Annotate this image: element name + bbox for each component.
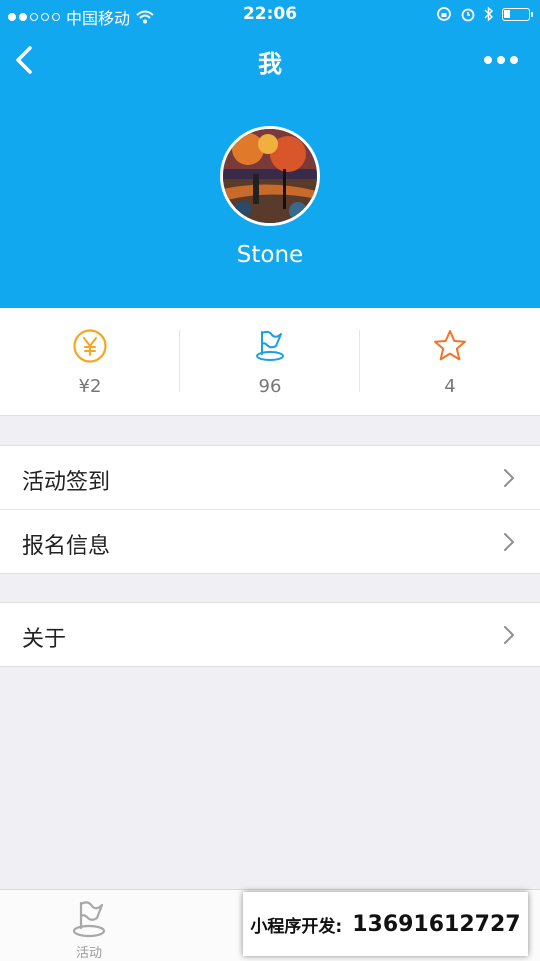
promo-label: 小程序开发: (250, 916, 343, 937)
more-options-button[interactable] (484, 50, 524, 70)
stat-value: 96 (258, 376, 282, 397)
tab-label: 活动 (75, 946, 102, 961)
tab-activity[interactable]: 活动 (54, 890, 124, 961)
menu-group-activity: 活动签到 报名信息 (0, 445, 540, 574)
more-dot (484, 56, 492, 64)
battery-icon (502, 7, 533, 21)
more-dot (497, 56, 505, 64)
chevron-right-icon (504, 626, 514, 644)
menu-group-about: 关于 (0, 602, 540, 667)
menu-item-label: 活动签到 (22, 470, 111, 495)
menu-item-registration[interactable]: 报名信息 (0, 509, 540, 573)
avatar-image (223, 129, 317, 223)
more-dot (510, 56, 518, 64)
status-bar: 中国移动 22:06 (0, 0, 540, 30)
chevron-right-icon (504, 533, 514, 551)
status-right (436, 6, 533, 22)
menu-item-checkin[interactable]: 活动签到 (0, 446, 540, 509)
stat-value: ¥2 (78, 376, 102, 397)
avatar[interactable] (220, 126, 320, 226)
promo-banner: 小程序开发: 13691612727 (243, 892, 528, 956)
profile-header: 中国移动 22:06 我 Stone (0, 0, 540, 308)
menu-item-label: 关于 (22, 627, 67, 652)
stat-value: 4 (444, 376, 456, 397)
stat-favorites[interactable]: 4 (360, 308, 540, 415)
yen-coin-icon (73, 329, 107, 363)
bluetooth-icon (484, 6, 494, 22)
alarm-icon (461, 8, 475, 22)
promo-phone: 13691612727 (352, 911, 521, 937)
page-title: 我 (258, 50, 282, 78)
menu-item-label: 报名信息 (22, 534, 111, 559)
star-icon (434, 330, 466, 361)
flag-icon (72, 901, 106, 938)
stat-balance[interactable]: ¥2 (0, 308, 180, 415)
username: Stone (236, 242, 304, 268)
stat-activities[interactable]: 96 (180, 308, 360, 415)
chevron-right-icon (504, 469, 514, 487)
menu-item-about[interactable]: 关于 (0, 603, 540, 666)
flag-icon (256, 330, 284, 361)
rotation-lock-icon (437, 7, 451, 21)
stats-bar: ¥2 96 4 (0, 308, 540, 416)
